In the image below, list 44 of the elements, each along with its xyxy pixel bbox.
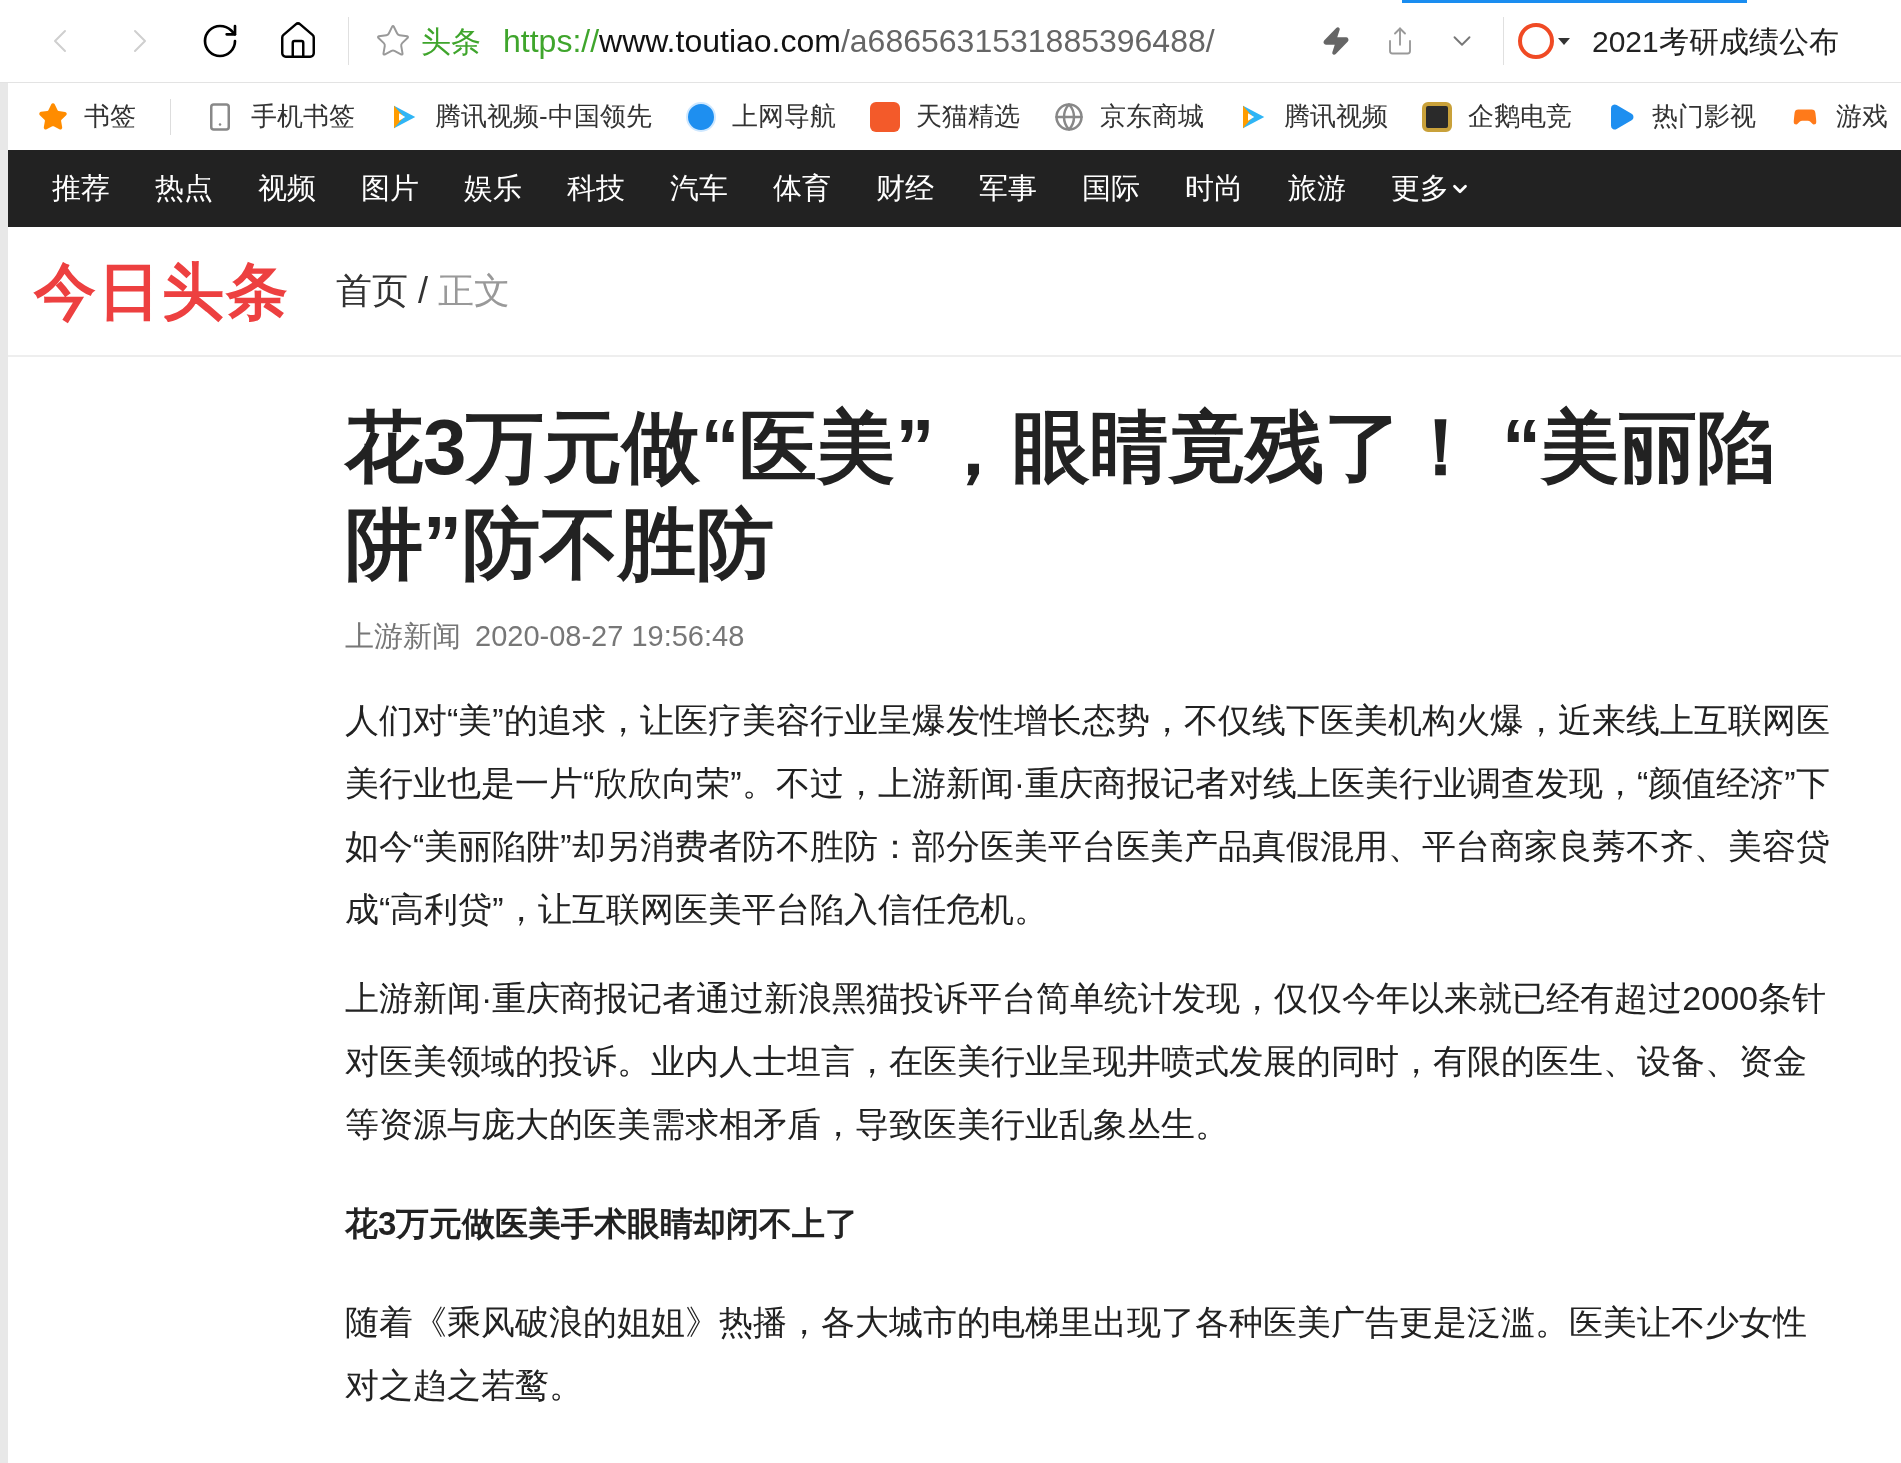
search-engine-button[interactable] [1518,23,1570,59]
article-paragraph: 上游新闻·重庆商报记者通过新浪黑猫投诉平台简单统计发现，仅仅今年以来就已经有超过2000条针对医美领域的投诉。业内人士坦言，在医美行业呈现井喷式发展的同时，有限的医生、设备、资金等资源与庞大的医美需求相矛盾，导致医美行业乱象丛生。 [345,977,1827,1145]
bookmark-link[interactable]: 腾讯视频-中国领先 [389,97,652,136]
breadcrumb-separator: / [418,269,428,313]
bookmark-link[interactable]: 天猫精选 [869,97,1020,136]
nav-link[interactable]: 时尚 [1185,166,1243,211]
nav-link[interactable]: 推荐 [52,166,110,211]
nav-link[interactable]: 汽车 [670,166,728,211]
url-text: https://www.toutiao.com/a6865631531885396488/ [503,22,1215,61]
caret-icon [1558,37,1570,45]
nav-link[interactable]: 体育 [773,166,831,211]
nav-link[interactable]: 财经 [876,166,934,211]
nav-link[interactable]: 国际 [1082,166,1140,211]
section-heading: 花3万元做医美手术眼睛却闭不上了 [345,1203,860,1244]
bookmark-link[interactable]: 京东商城 [1053,97,1204,136]
star-icon[interactable] [375,23,411,59]
article-time: 2020-08-27 19:56:48 [475,619,745,654]
lightning-icon[interactable] [1321,26,1351,56]
bookmark-link[interactable]: 腾讯视频 [1237,97,1388,136]
bookmark-link[interactable]: 企鹅电竞 [1421,97,1572,136]
nav-link[interactable]: 视频 [258,166,316,211]
site-logo[interactable]: 今日头条 [34,244,290,338]
globe-icon [1053,101,1084,132]
nav-link[interactable]: 科技 [567,166,625,211]
nav-link[interactable]: 图片 [361,166,419,211]
bookmark-link[interactable]: 书签 [38,97,136,136]
site-label: 头条 [421,23,481,60]
nav-link[interactable]: 热点 [155,166,213,211]
address-field[interactable]: 头条 https://www.toutiao.com/a6865631531885396488/ [421,17,1301,65]
nav-link[interactable]: 更多 [1391,166,1471,211]
bookmark-link[interactable]: 热门影视 [1605,97,1756,136]
article-paragraph: 随着《乘风破浪的姐姐》热播，各大城市的电梯里出现了各种医美广告更是泛滥。医美让不少女性对之趋之若鹜。 [345,1301,1808,1406]
bookmark-link[interactable]: 游戏 [1789,97,1888,136]
star-icon [38,101,68,132]
bookmark-link[interactable]: 上网导航 [685,97,836,136]
breadcrumb-link[interactable]: 首页 [336,264,408,318]
article-source: 上游新闻 [345,619,461,654]
nav-link[interactable]: 军事 [979,166,1037,211]
bookmark-link[interactable]: 手机书签 [205,97,355,136]
nav-link[interactable]: 旅游 [1288,166,1346,211]
article-paragraph: 人们对“美”的追求，让医疗美容行业呈爆发性增长态势，不仅线下医美机构火爆，近来线上互联网医美行业也是一片“欣欣向荣”。不过，上游新闻·重庆商报记者对线上医美行业调查发现，“颜值经济”下如今“美丽陷阱”却另消费者防不胜防：部分医美平台医美产品真假混用、平台商家良莠不齐、美容贷成“高利贷”，让互联网医美平台陷入信任危机。 [345,699,1831,930]
nav-link[interactable]: 娱乐 [464,166,522,211]
article-title: 花3万元做“医美”，眼睛竟残了！ “美丽陷阱”防不胜防 [345,402,1777,590]
search-suggestion[interactable]: 2021考研成绩公布 [1592,18,1839,64]
